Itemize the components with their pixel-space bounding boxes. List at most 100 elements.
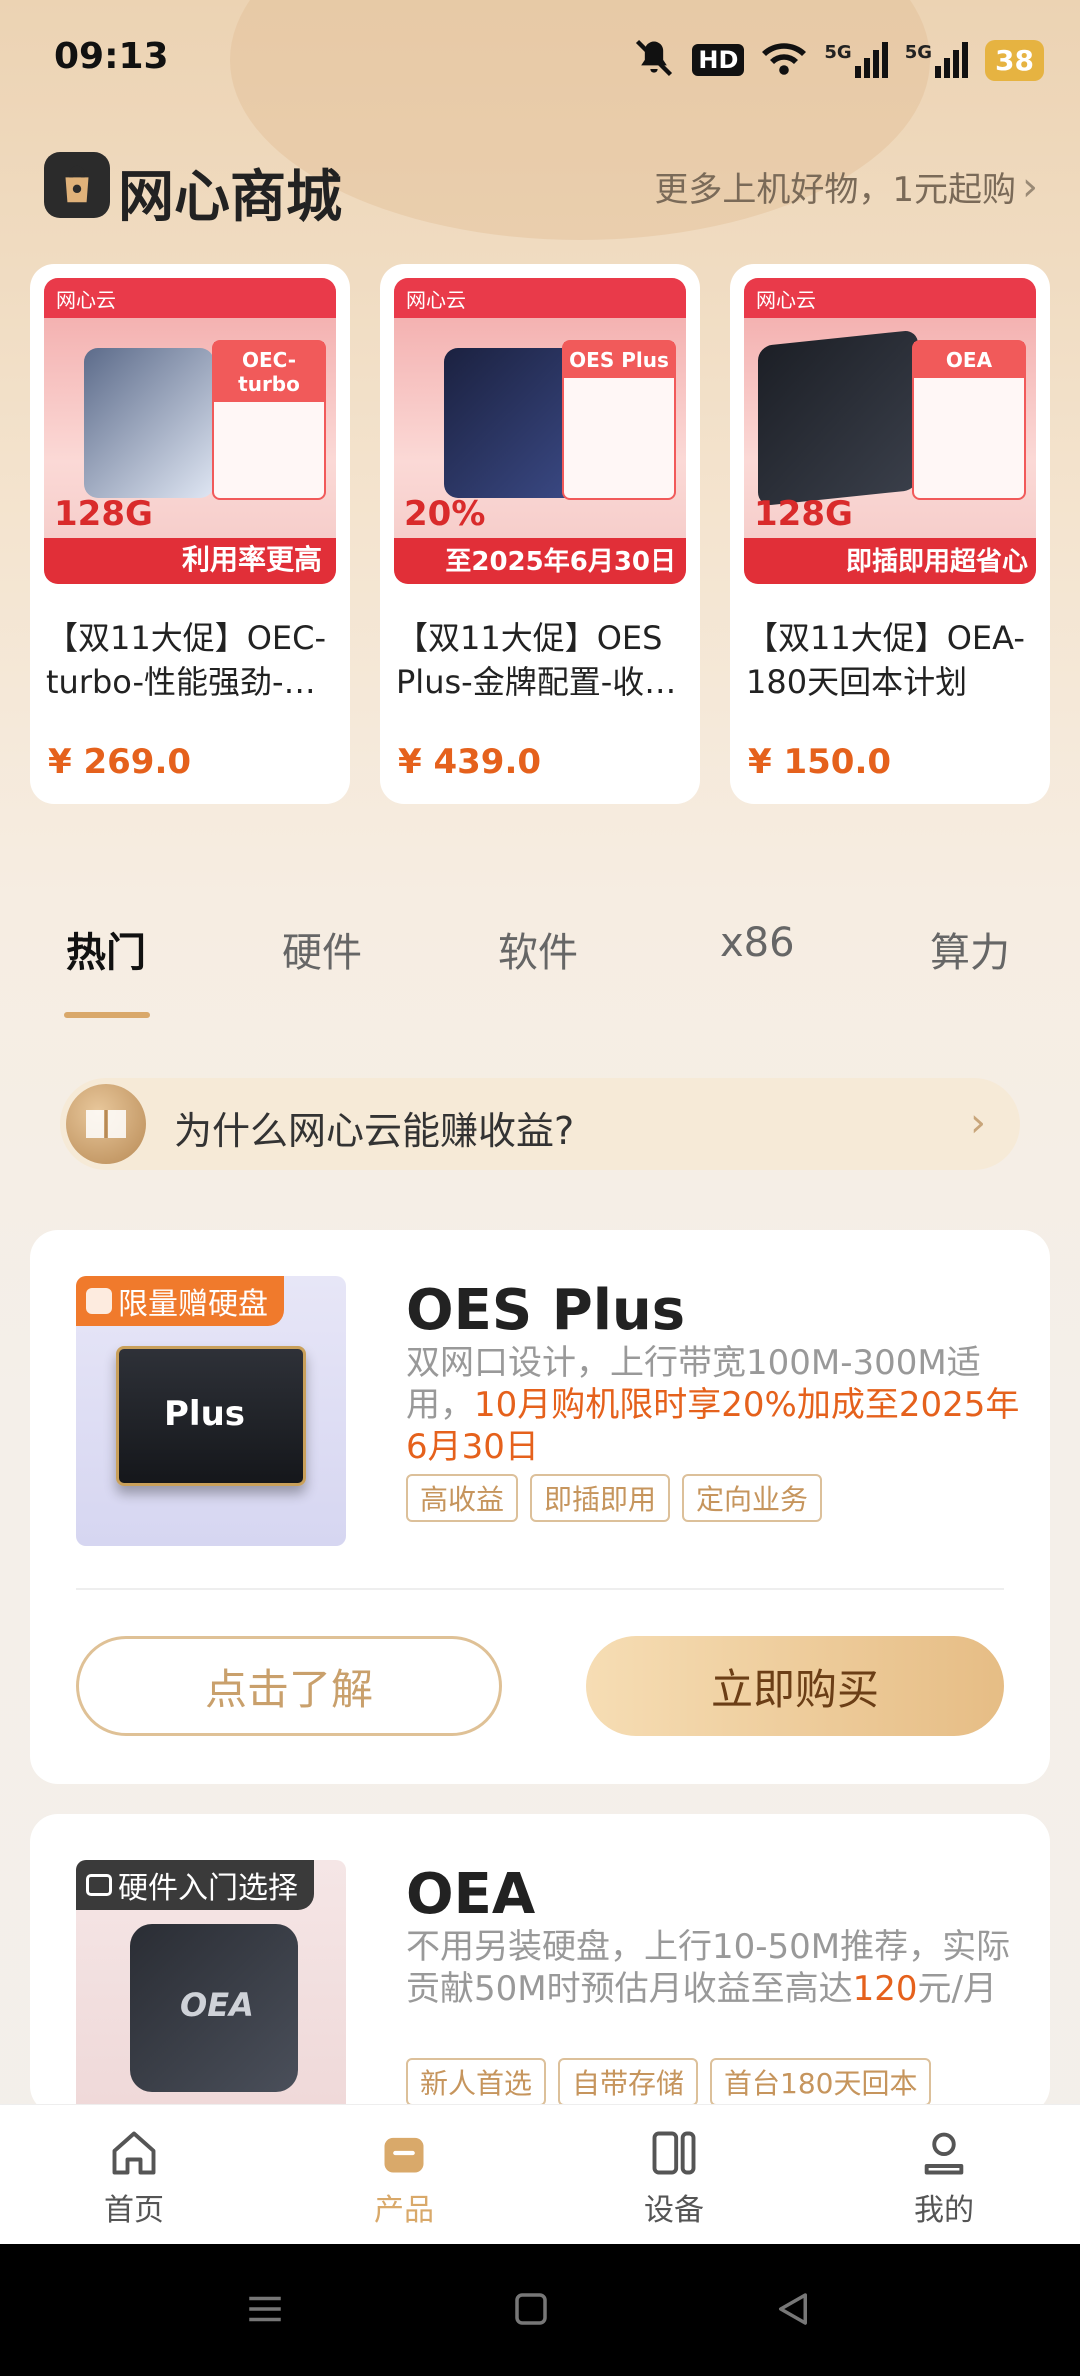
back-triangle-icon[interactable] bbox=[772, 2288, 814, 2330]
feature-chip: 即插即用 bbox=[530, 1474, 671, 1522]
product-image-model: OES Plus bbox=[564, 342, 674, 378]
net-label-2: 5G bbox=[904, 42, 933, 63]
product-price: ¥ 269.0 bbox=[48, 742, 192, 782]
store-bag-icon bbox=[44, 152, 110, 218]
product-image-model: OEA bbox=[914, 342, 1024, 378]
product-card[interactable]: 网心云 OES Plus 20% 至2025年6月30日 【双11大促】OES … bbox=[380, 264, 700, 804]
feature-chips: 高收益 即插即用 定向业务 bbox=[406, 1474, 823, 1522]
product-image-strip: 利用率更高 bbox=[181, 543, 322, 576]
product-item-card[interactable]: 限量赠硬盘 Plus OES Plus 双网口设计，上行带宽100M-300M适… bbox=[30, 1230, 1050, 1784]
device-box-label: OEA bbox=[180, 1986, 254, 2024]
store-header: 网心商城 更多上机好物，1元起购 › bbox=[44, 148, 1044, 230]
tab-hot[interactable]: 热门 bbox=[66, 920, 146, 978]
device-box-label: Plus bbox=[164, 1394, 246, 1434]
tab-x86[interactable]: x86 bbox=[720, 920, 795, 966]
bottom-nav: 首页 产品 设备 我的 bbox=[0, 2104, 1080, 2244]
nav-devices-label: 设备 bbox=[644, 2193, 704, 2228]
store-title: 网心商城 bbox=[118, 165, 342, 230]
product-image-brand: 网心云 bbox=[406, 288, 466, 312]
buy-now-button[interactable]: 立即购买 bbox=[586, 1636, 1004, 1736]
product-name: 【双11大促】OEA-180天回本计划 bbox=[746, 619, 1025, 701]
home-square-icon[interactable] bbox=[510, 2288, 552, 2330]
why-earn-banner[interactable]: 为什么网心云能赚收益? › bbox=[60, 1078, 1020, 1170]
signal-icon-1: 5G bbox=[824, 42, 888, 78]
product-price: ¥ 439.0 bbox=[398, 742, 542, 782]
user-icon bbox=[924, 2132, 964, 2175]
tab-hardware[interactable]: 硬件 bbox=[282, 920, 362, 978]
product-image-size: 128G bbox=[54, 494, 153, 534]
feature-chip: 新人首选 bbox=[406, 2058, 547, 2106]
product-name: 【双11大促】OES Plus-金牌配置-收益加成 bbox=[396, 619, 677, 701]
product-image-brand: 网心云 bbox=[756, 288, 816, 312]
home-icon bbox=[112, 2131, 156, 2175]
wifi-icon bbox=[760, 38, 808, 82]
store-more-link[interactable]: 更多上机好物，1元起购 › bbox=[654, 162, 1038, 211]
category-tabs: 热门 硬件 软件 x86 算力 bbox=[0, 920, 1080, 1030]
product-image-size: 128G bbox=[754, 494, 853, 534]
net-label-1: 5G bbox=[824, 42, 852, 63]
nav-profile[interactable]: 我的 bbox=[874, 2127, 1014, 2229]
product-image: 网心云 OEA 128G 即插即用超省心 bbox=[744, 278, 1036, 584]
feature-chip: 自带存储 bbox=[558, 2058, 699, 2106]
learn-more-button[interactable]: 点击了解 bbox=[76, 1636, 502, 1736]
system-nav-bar bbox=[0, 2244, 1080, 2376]
feature-chip: 首台180天回本 bbox=[710, 2058, 932, 2106]
product-image-brand: 网心云 bbox=[56, 288, 116, 312]
feature-chips: 新人首选 自带存储 首台180天回本 bbox=[406, 2058, 932, 2106]
nav-profile-label: 我的 bbox=[914, 2193, 974, 2228]
hd-label: HD bbox=[692, 44, 745, 76]
why-earn-text: 为什么网心云能赚收益? bbox=[174, 1109, 575, 1153]
chevron-right-icon: › bbox=[970, 1100, 986, 1146]
product-card[interactable]: 网心云 OEC-turbo 128G 利用率更高 【双11大促】OEC-turb… bbox=[30, 264, 350, 804]
hd-icon: HD bbox=[692, 44, 745, 76]
product-card[interactable]: 网心云 OEA 128G 即插即用超省心 【双11大促】OEA-180天回本计划… bbox=[730, 264, 1050, 804]
menu-icon[interactable] bbox=[244, 2288, 286, 2330]
card-tag-label: 硬件入门选择 bbox=[118, 1871, 298, 1906]
status-bar: 09:13 HD 5G 5G 38 bbox=[0, 0, 1080, 118]
product-image: 网心云 OES Plus 20% 至2025年6月30日 bbox=[394, 278, 686, 584]
product-name: 【双11大促】OEC-turbo-性能强劲-大容量硬盘 bbox=[46, 619, 327, 701]
product-item-title: OES Plus bbox=[406, 1278, 686, 1343]
product-item-description: 双网口设计，上行带宽100M-300M适用，10月购机限时享20%加成至2025… bbox=[406, 1342, 1026, 1468]
description-tail: 元/月 bbox=[917, 1969, 997, 2009]
nav-products-label: 产品 bbox=[374, 2193, 434, 2228]
device-icon bbox=[652, 2131, 696, 2175]
card-tag: 限量赠硬盘 bbox=[76, 1276, 284, 1326]
card-tag: 硬件入门选择 bbox=[76, 1860, 314, 1910]
nav-home[interactable]: 首页 bbox=[64, 2127, 204, 2229]
feature-chip: 定向业务 bbox=[682, 1474, 823, 1522]
product-item-description: 不用另装硬盘，上行10-50M推荐，实际贡献50M时预估月收益至高达120元/月 bbox=[406, 1926, 1026, 2010]
product-image-strip: 即插即用超省心 bbox=[845, 547, 1028, 577]
nav-products[interactable]: 产品 bbox=[334, 2127, 474, 2229]
divider bbox=[76, 1588, 1004, 1590]
product-item-image: 硬件入门选择 OEA bbox=[76, 1860, 346, 2114]
signal-icon-2: 5G bbox=[905, 42, 969, 78]
product-image-size: 20% bbox=[404, 494, 486, 534]
description-highlight: 120 bbox=[852, 1969, 918, 2009]
description-highlight: 10月购机限时享20%加成至2025年6月30日 bbox=[406, 1385, 1020, 1467]
product-box-icon bbox=[384, 2137, 424, 2173]
mute-bell-icon bbox=[632, 36, 676, 84]
nav-devices[interactable]: 设备 bbox=[604, 2127, 744, 2229]
battery-indicator: 38 bbox=[985, 39, 1044, 81]
product-item-image: 限量赠硬盘 Plus bbox=[76, 1276, 346, 1546]
box-icon bbox=[86, 1874, 112, 1896]
feature-chip: 高收益 bbox=[406, 1474, 519, 1522]
nav-home-label: 首页 bbox=[104, 2193, 164, 2228]
product-item-title: OEA bbox=[406, 1862, 536, 1927]
product-image: 网心云 OEC-turbo 128G 利用率更高 bbox=[44, 278, 336, 584]
gift-icon bbox=[86, 1288, 112, 1314]
store-more-text: 更多上机好物，1元起购 bbox=[654, 170, 1016, 210]
status-time: 09:13 bbox=[54, 36, 169, 77]
product-item-card[interactable]: 硬件入门选择 OEA OEA 不用另装硬盘，上行10-50M推荐，实际贡献50M… bbox=[30, 1814, 1050, 2114]
tab-computing[interactable]: 算力 bbox=[930, 920, 1010, 978]
book-icon bbox=[66, 1084, 146, 1164]
status-icons: HD 5G 5G 38 bbox=[632, 30, 1044, 90]
product-image-model: OEC-turbo bbox=[214, 342, 324, 402]
tab-software[interactable]: 软件 bbox=[498, 920, 578, 978]
card-tag-label: 限量赠硬盘 bbox=[118, 1287, 268, 1322]
product-image-strip: 至2025年6月30日 bbox=[445, 547, 676, 577]
tab-active-indicator bbox=[64, 1012, 150, 1018]
chevron-right-icon: › bbox=[1022, 163, 1038, 210]
product-price: ¥ 150.0 bbox=[748, 742, 892, 782]
